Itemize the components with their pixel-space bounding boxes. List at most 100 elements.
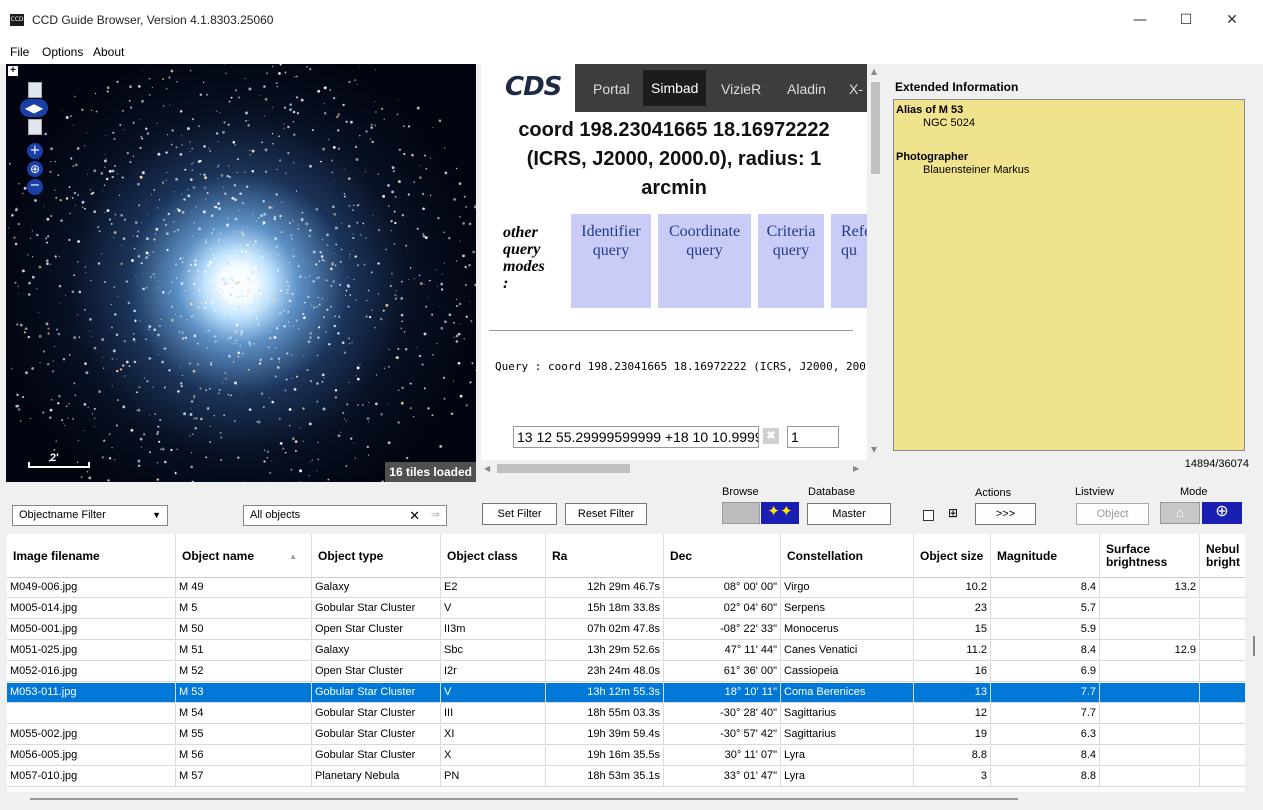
table-cell: 19 <box>914 725 991 745</box>
scroll-left-icon[interactable]: ◀ <box>484 464 490 473</box>
table-cell: 3 <box>914 767 991 787</box>
table-row[interactable]: M 54 Gobular Star Cluster III 18h 55m 03.3s… <box>7 704 1245 724</box>
column-header[interactable]: Magnitude <box>991 534 1100 578</box>
table-row[interactable]: M052-016.jpg M 52 Open Star Cluster I2r 23h … <box>7 662 1245 682</box>
modes-word: : <box>503 275 509 292</box>
menu-about[interactable]: About <box>93 45 124 59</box>
tab-aladin[interactable]: Aladin <box>787 81 826 97</box>
select-checkbox[interactable] <box>923 510 934 521</box>
table-cell: Sagittarius <box>781 704 914 724</box>
actions-label: Actions <box>975 487 1012 499</box>
coordinate-input[interactable]: 13 12 55.29999599999 +18 10 10.9999 <box>513 426 759 448</box>
button-label: query <box>686 242 723 259</box>
scroll-thumb[interactable] <box>497 464 630 473</box>
column-header[interactable]: Ra <box>546 534 664 578</box>
actions-button[interactable]: >>> <box>975 503 1036 525</box>
pan-arrows-icon[interactable]: ◀▶ <box>20 99 48 117</box>
table-row[interactable]: M049-006.jpg M 49 Galaxy E2 12h 29m 46.7s 08°… <box>7 578 1245 598</box>
filter-type-value: Objectname Filter <box>19 509 106 521</box>
table-row[interactable]: M050-001.jpg M 50 Open Star Cluster II3m 07h… <box>7 620 1245 640</box>
column-header[interactable]: Object class <box>441 534 546 578</box>
set-filter-button[interactable]: Set Filter <box>482 503 557 525</box>
alias-key: Alias of M 53 <box>896 104 964 116</box>
tab-xmatch[interactable]: X- <box>849 81 863 97</box>
table-cell: III <box>441 704 546 724</box>
table-cell: 7.7 <box>991 704 1100 724</box>
column-header[interactable]: Dec <box>664 534 781 578</box>
table-cell: V <box>441 599 546 619</box>
table-cell: -30° 57' 42" <box>664 725 781 745</box>
column-header[interactable]: Image filename <box>7 534 176 578</box>
globe-mode-icon[interactable]: ⊕ <box>1202 502 1242 524</box>
apply-filter-icon[interactable]: ⇒ <box>431 506 440 525</box>
table-cell: Sagittarius <box>781 725 914 745</box>
table-cell: 12.9 <box>1100 641 1200 661</box>
clear-icon[interactable]: ✖ <box>763 428 779 444</box>
table-vertical-scroll-thumb[interactable] <box>1253 636 1255 656</box>
filter-type-select[interactable]: Objectname Filter ▼ <box>12 505 168 526</box>
listview-button[interactable]: Object <box>1076 503 1149 525</box>
expand-icon[interactable]: + <box>8 66 18 76</box>
tab-vizier[interactable]: VizieR <box>721 81 761 97</box>
column-header[interactable]: Object type <box>312 534 441 578</box>
table-cell: X <box>441 746 546 766</box>
criteria-query-button[interactable]: Criteria query <box>758 214 824 308</box>
filter-input[interactable]: All objects ✕ ⇒ <box>243 505 447 526</box>
close-button[interactable]: ✕ <box>1209 6 1255 34</box>
table-cell: Cassiopeia <box>781 662 914 682</box>
house-icon[interactable]: ⌂ <box>1160 502 1200 524</box>
scroll-down-icon[interactable]: ▼ <box>871 445 877 454</box>
scroll-right-icon[interactable]: ▶ <box>853 464 859 473</box>
reference-query-button[interactable]: Refe qu <box>831 214 867 308</box>
clear-filter-icon[interactable]: ✕ <box>409 506 420 525</box>
table-cell <box>1100 683 1200 703</box>
column-header[interactable]: Object name ▲ <box>176 534 312 578</box>
simbad-horizontal-scrollbar[interactable]: ◀ ▶ <box>481 460 867 477</box>
coordinate-query-button[interactable]: Coordinate query <box>658 214 751 308</box>
table-cell <box>1200 767 1245 787</box>
minimize-button[interactable]: — <box>1117 6 1163 34</box>
column-header[interactable]: Nebul bright <box>1200 534 1245 578</box>
globe-icon[interactable]: ⊕ <box>27 161 43 177</box>
browse-stars-icon[interactable]: ✦✦ <box>761 502 799 524</box>
maximize-button[interactable]: ☐ <box>1163 6 1209 34</box>
table-row[interactable]: M055-002.jpg M 55 Gobular Star Cluster XI 19… <box>7 725 1245 745</box>
simbad-browser-panel[interactable]: CDS Portal Simbad VizieR Aladin X- coord… <box>481 64 867 477</box>
menu-options[interactable]: Options <box>42 45 83 59</box>
listview-label: Listview <box>1075 486 1115 498</box>
identifier-query-button[interactable]: Identifier query <box>571 214 651 308</box>
table-row[interactable]: M057-010.jpg M 57 Planetary Nebula PN 18h 53… <box>7 767 1245 787</box>
button-label: query <box>592 242 630 259</box>
sky-image-viewer[interactable]: + ◀▶ + ⊕ − 2' 16 tiles loaded <box>6 64 476 482</box>
table-row[interactable]: M051-025.jpg M 51 Galaxy Sbc 13h 29m 52.6s 47… <box>7 641 1245 661</box>
tab-simbad[interactable]: Simbad <box>643 70 707 106</box>
objects-table[interactable]: Image filename Object name ▲ Object type Obj… <box>7 534 1245 792</box>
table-cell: 33° 01' 47" <box>664 767 781 787</box>
title-bar: CCD CCD Guide Browser, Version 4.1.8303.… <box>0 0 1263 40</box>
image-thumb-icon[interactable] <box>28 82 42 98</box>
radius-input[interactable]: 1 <box>787 426 839 448</box>
table-horizontal-scrollbar[interactable] <box>30 798 1018 800</box>
table-row[interactable]: M005-014.jpg M 5 Gobular Star Cluster V 15h … <box>7 599 1245 619</box>
image-thumb-icon-2[interactable] <box>28 119 42 135</box>
scroll-up-icon[interactable]: ▲ <box>871 67 877 76</box>
browse-windows-icon[interactable] <box>722 502 760 524</box>
table-cell: 8.8 <box>991 767 1100 787</box>
menu-file[interactable]: File <box>10 45 29 59</box>
reset-filter-button[interactable]: Reset Filter <box>565 503 647 525</box>
scroll-thumb[interactable] <box>871 82 880 174</box>
column-header[interactable]: Constellation <box>781 534 914 578</box>
table-row[interactable]: M056-005.jpg M 56 Gobular Star Cluster X 19h… <box>7 746 1245 766</box>
zoom-in-icon[interactable]: + <box>27 143 43 159</box>
grid-icon[interactable]: ⊞ <box>948 506 958 520</box>
database-button[interactable]: Master <box>807 503 891 525</box>
table-cell: 8.4 <box>991 746 1100 766</box>
column-header[interactable]: Surface brightness <box>1100 534 1200 578</box>
simbad-vertical-scrollbar[interactable]: ▲ ▼ <box>867 64 884 477</box>
column-header[interactable]: Object size <box>914 534 991 578</box>
zoom-out-icon[interactable]: − <box>27 179 43 195</box>
extended-info-box: Alias of M 53 NGC 5024 Photographer Blau… <box>893 99 1245 451</box>
tab-portal[interactable]: Portal <box>593 81 630 97</box>
table-row[interactable]: M053-011.jpg M 53 Gobular Star Cluster V 13h… <box>7 683 1245 703</box>
table-cell: M051-025.jpg <box>7 641 176 661</box>
